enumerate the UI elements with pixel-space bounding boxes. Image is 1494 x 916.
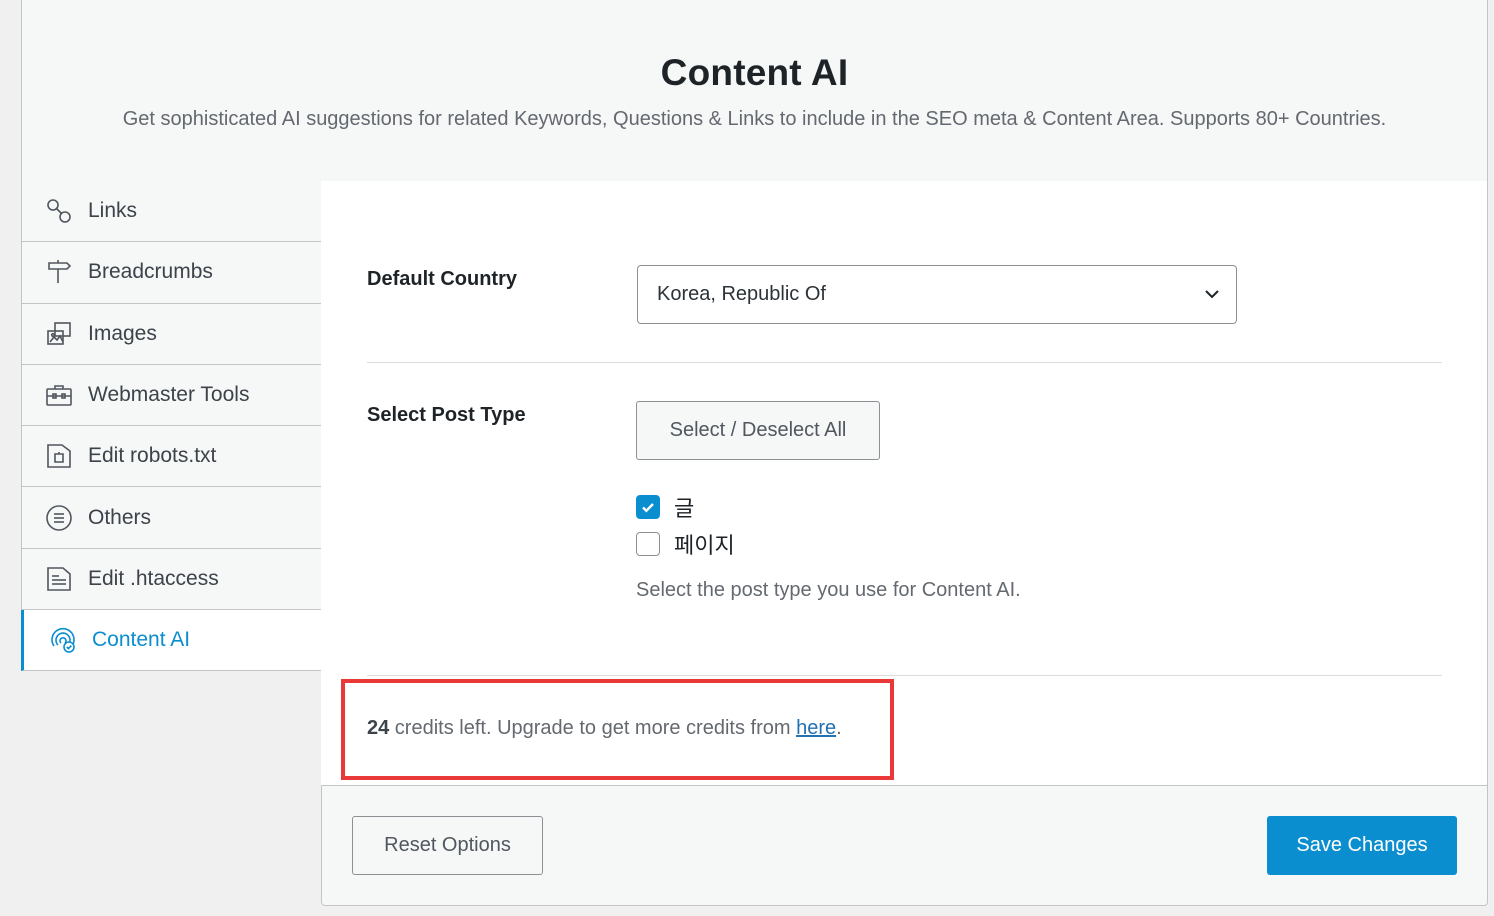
post-type-option-post[interactable]: 글 [636, 491, 694, 523]
credits-notice: 24 credits left. Upgrade to get more cre… [367, 717, 842, 740]
credits-text: credits left. Upgrade to get more credit… [389, 717, 797, 739]
htaccess-file-icon [44, 564, 74, 594]
reset-options-button[interactable]: Reset Options [352, 816, 543, 875]
sidebar-item-label: Others [88, 505, 152, 529]
post-type-option-label: 페이지 [674, 533, 735, 558]
default-country-value: Korea, Republic Of [657, 283, 826, 305]
settings-sidebar: Links Breadcrumbs Images Webmaster Tools… [21, 181, 322, 672]
sidebar-item-label: Images [88, 321, 157, 345]
sidebar-item-breadcrumbs[interactable]: Breadcrumbs [22, 242, 322, 304]
robots-file-icon [44, 441, 74, 471]
post-type-label: Select Post Type [367, 404, 526, 426]
sidebar-item-edit-robots[interactable]: Edit robots.txt [22, 426, 322, 488]
sidebar-item-label: Webmaster Tools [88, 383, 250, 407]
credits-suffix: . [836, 717, 842, 739]
sidebar-item-webmaster-tools[interactable]: Webmaster Tools [22, 364, 322, 427]
post-type-hint: Select the post type you use for Content… [636, 579, 1021, 601]
post-type-option-label: 글 [674, 496, 695, 521]
default-country-select[interactable]: Korea, Republic Of [637, 265, 1237, 324]
sidebar-item-label: Breadcrumbs [88, 260, 213, 284]
sidebar-item-others[interactable]: Others [22, 487, 322, 549]
select-deselect-all-button[interactable]: Select / Deselect All [636, 401, 880, 460]
sidebar-item-edit-htaccess[interactable]: Edit .htaccess [22, 548, 322, 611]
sidebar-item-label: Content AI [92, 628, 191, 652]
chevron-down-icon [1205, 290, 1219, 299]
sidebar-item-label: Links [88, 199, 138, 223]
content-ai-icon [48, 625, 78, 655]
post-checkbox[interactable] [636, 495, 660, 519]
sidebar-item-label: Edit robots.txt [88, 444, 217, 468]
settings-footer: Reset Options Save Changes [321, 785, 1488, 906]
sidebar-item-images[interactable]: Images [22, 303, 322, 365]
list-circle-icon [44, 503, 74, 533]
settings-page: Content AI Get sophisticated AI suggesti… [0, 0, 1494, 916]
page-checkbox[interactable] [636, 532, 660, 556]
page-title: Content AI [660, 52, 849, 93]
page-header: Content AI Get sophisticated AI suggesti… [21, 0, 1488, 182]
section-divider [367, 362, 1442, 363]
upgrade-link[interactable]: here [796, 717, 836, 739]
sidebar-item-content-ai[interactable]: Content AI [21, 610, 322, 672]
images-icon [44, 319, 74, 349]
checkmark-icon [642, 503, 654, 513]
save-changes-button[interactable]: Save Changes [1267, 816, 1457, 875]
sidebar-item-label: Edit .htaccess [88, 566, 219, 590]
link-icon [44, 196, 74, 226]
post-type-option-page[interactable]: 페이지 [636, 528, 735, 560]
credits-count: 24 [367, 717, 390, 739]
page-subtitle: Get sophisticated AI suggestions for rel… [122, 108, 1387, 130]
sidebar-item-links[interactable]: Links [22, 181, 322, 243]
toolbox-icon [44, 380, 74, 410]
signpost-icon [44, 257, 74, 287]
section-divider [367, 675, 1442, 676]
default-country-label: Default Country [367, 268, 517, 290]
